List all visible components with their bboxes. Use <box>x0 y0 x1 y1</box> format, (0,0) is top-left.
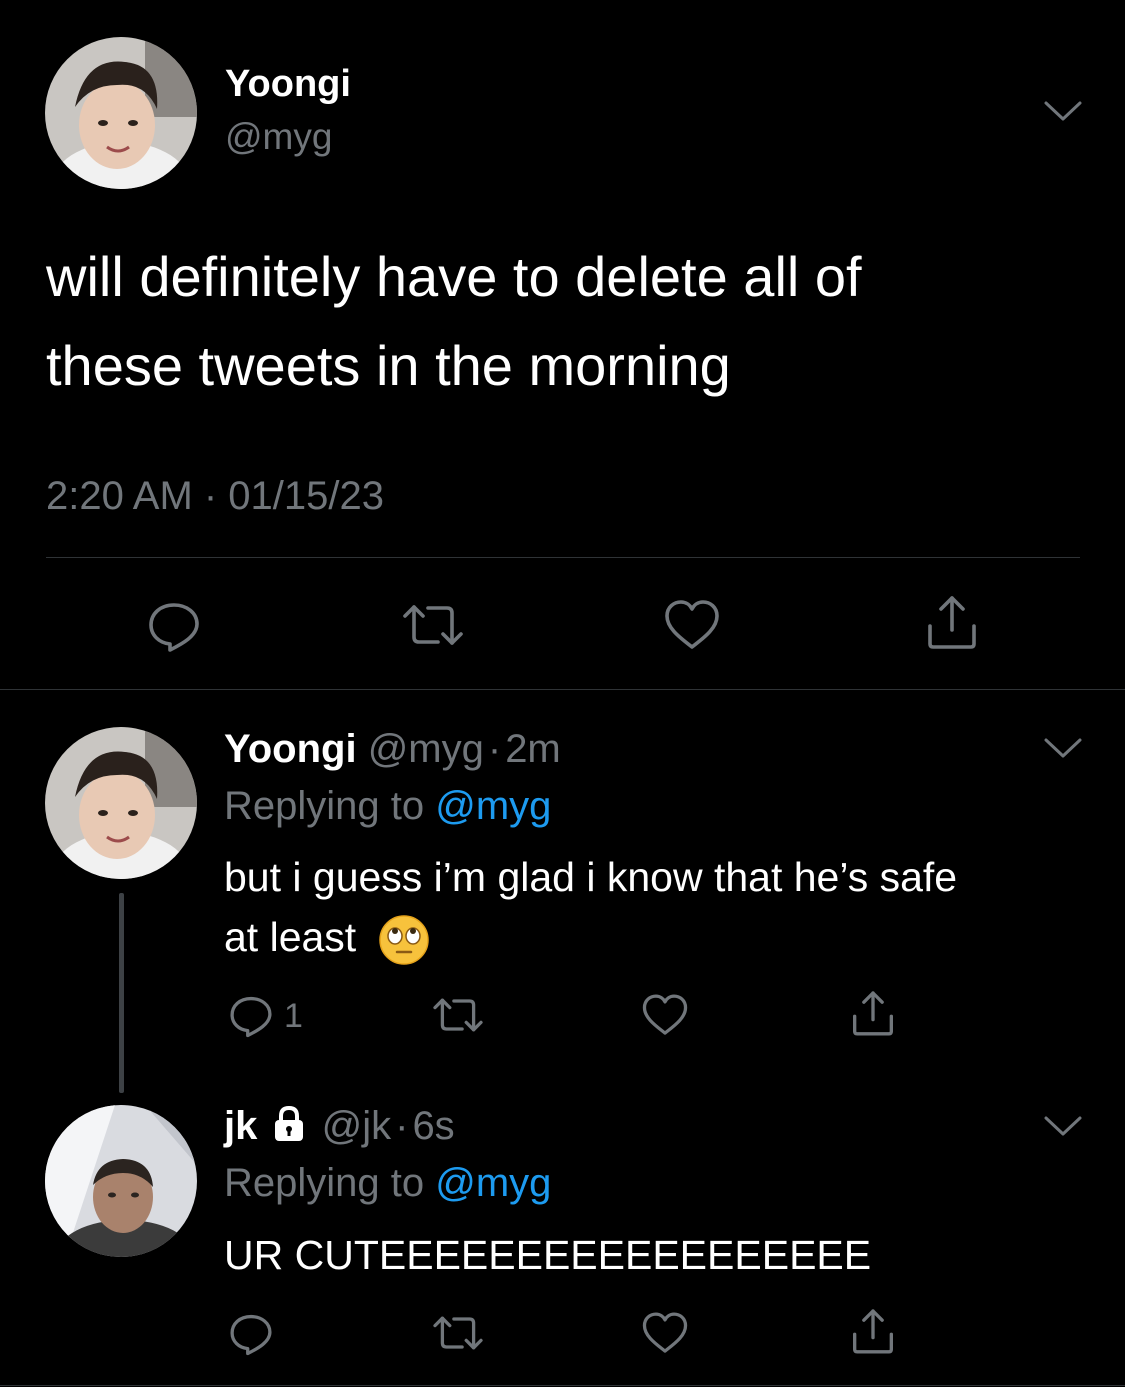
separator: · <box>487 727 502 771</box>
share-icon[interactable] <box>848 988 898 1038</box>
tweet-text-line-1: will definitely have to delete all of <box>46 245 862 308</box>
display-name[interactable]: jk <box>224 1104 257 1148</box>
reply-count: 1 <box>284 997 303 1035</box>
lock-icon <box>272 1105 306 1143</box>
divider <box>0 689 1125 690</box>
like-icon[interactable] <box>640 992 690 1038</box>
reply-text: UR CUTEEEEEEEEEEEEEEEEEE <box>224 1232 872 1278</box>
replying-prefix: Replying to <box>224 1161 425 1205</box>
reply-icon[interactable] <box>228 992 274 1038</box>
display-name[interactable]: Yoongi <box>224 727 357 771</box>
replying-prefix: Replying to <box>224 784 425 828</box>
reply-text-line-2: at least <box>224 914 430 966</box>
reply-icon[interactable] <box>228 1310 274 1356</box>
share-icon[interactable] <box>848 1306 898 1356</box>
chevron-down-icon[interactable] <box>1043 1110 1083 1140</box>
share-icon[interactable] <box>922 592 982 652</box>
reply-icon[interactable] <box>146 597 202 653</box>
chevron-down-icon[interactable] <box>1043 95 1083 125</box>
retweet-icon[interactable] <box>430 992 486 1038</box>
reply-header: Yoongi @myg · 2m <box>224 727 561 772</box>
time[interactable]: 2m <box>505 727 561 771</box>
like-icon[interactable] <box>640 1310 690 1356</box>
timestamp[interactable]: 2:20 AM · 01/15/23 <box>46 474 384 519</box>
avatar-jk[interactable] <box>45 1105 197 1257</box>
rolling-eyes-emoji-icon <box>378 914 430 966</box>
thread-line <box>119 893 124 1093</box>
handle[interactable]: @myg <box>225 116 332 158</box>
divider <box>0 1385 1125 1386</box>
display-name[interactable]: Yoongi <box>225 63 351 106</box>
reply-header: jk @jk · 6s <box>224 1104 455 1149</box>
avatar-yoongi-reply[interactable] <box>45 727 197 879</box>
replying-to: Replying to @myg <box>224 1161 551 1206</box>
divider <box>46 557 1080 558</box>
separator: · <box>395 1104 409 1148</box>
replying-to-link[interactable]: @myg <box>435 784 551 828</box>
reply-text-line-1: but i guess i’m glad i know that he’s sa… <box>224 854 958 900</box>
handle[interactable]: @myg <box>368 727 484 771</box>
time[interactable]: 6s <box>412 1104 454 1148</box>
reply-text-line-2-text: at least <box>224 914 357 960</box>
retweet-icon[interactable] <box>430 1310 486 1356</box>
retweet-icon[interactable] <box>400 597 466 653</box>
tweet-text-line-2: these tweets in the morning <box>46 334 731 397</box>
chevron-down-icon[interactable] <box>1043 732 1083 762</box>
avatar-yoongi-main[interactable] <box>45 37 197 189</box>
like-icon[interactable] <box>662 597 722 653</box>
replying-to: Replying to @myg <box>224 784 551 829</box>
handle[interactable]: @jk <box>322 1104 392 1148</box>
replying-to-link[interactable]: @myg <box>435 1161 551 1205</box>
